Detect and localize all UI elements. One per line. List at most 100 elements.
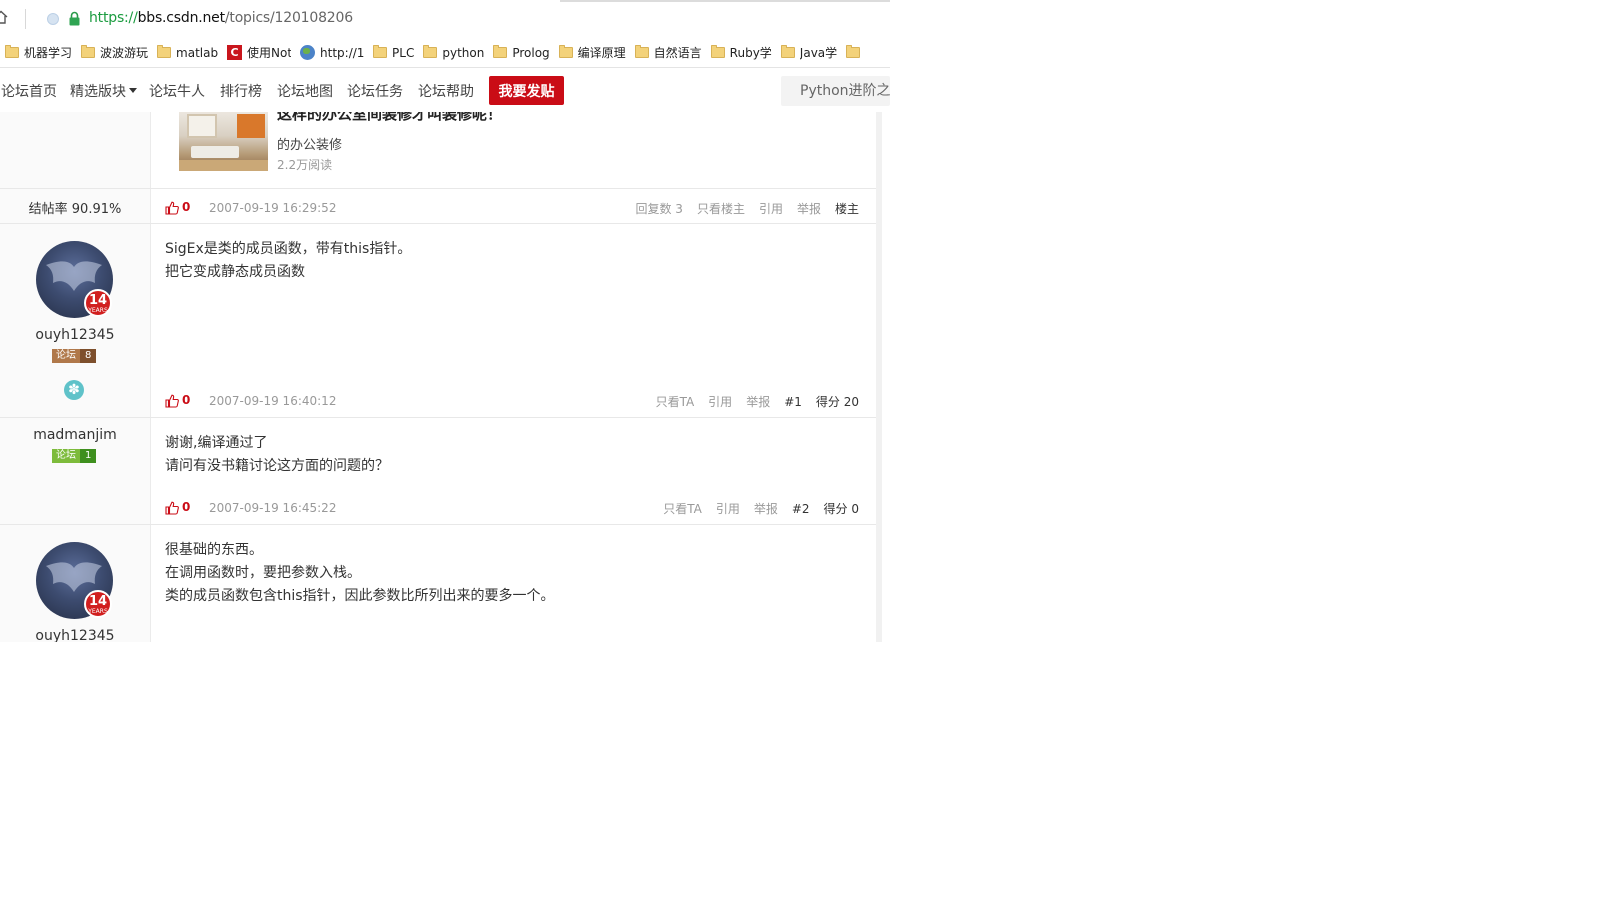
thumbs-up-icon[interactable] [165, 501, 179, 515]
only-op-link[interactable]: 只看楼主 [697, 200, 745, 217]
bookmark-label: matlab [176, 45, 219, 60]
url-host: bbs.csdn.net [137, 10, 225, 26]
new-post-button[interactable]: 我要发贴 [489, 76, 564, 105]
post-time: 2007-09-19 16:29:52 [209, 201, 337, 215]
only-ta-link[interactable]: 只看TA [656, 393, 695, 410]
username[interactable]: ouyh12345 [0, 327, 150, 343]
thread-content: 这样的办公室间装修才叫装修呢！ 的办公装修 2.2万阅读 结帖率 90.91% … [0, 112, 890, 642]
medal-icon[interactable] [64, 380, 84, 400]
post-footer: 0 2007-09-19 16:40:12 只看TA 引用 举报 #1 得分 2… [165, 393, 859, 411]
post-line: 很基础的东西。 [165, 542, 263, 558]
report-link[interactable]: 举报 [754, 500, 778, 517]
url-text[interactable]: https://bbs.csdn.net/topics/120108206 [89, 10, 353, 26]
only-ta-link[interactable]: 只看TA [663, 500, 702, 517]
quote-link[interactable]: 引用 [708, 393, 732, 410]
score: 得分 20 [815, 395, 859, 409]
bookmark-label: 波波游玩 [100, 46, 149, 60]
like-count: 0 [182, 393, 191, 407]
bookmark-9[interactable]: 自然语言 [634, 44, 702, 61]
bookmark-label: 使用Not [247, 46, 292, 60]
bookmark-label: 机器学习 [24, 46, 73, 60]
post-time: 2007-09-19 16:40:12 [209, 394, 337, 408]
post-body: 很基础的东西。 在调用函数时，要把参数入栈。 类的成员函数包含this指针，因此… [165, 539, 555, 608]
like-count: 0 [182, 200, 191, 214]
level-number: 8 [80, 349, 97, 363]
quote-link[interactable]: 引用 [716, 500, 740, 517]
bookmark-0[interactable]: 机器学习 [5, 44, 72, 61]
bookmark-10[interactable]: Ruby学 [710, 44, 772, 61]
reply-count-value: 3 [675, 202, 683, 216]
ad-image[interactable] [179, 112, 268, 171]
years-badge: 14 YEARS [84, 590, 112, 618]
address-bar[interactable]: https://bbs.csdn.net/topics/120108206 [0, 0, 890, 38]
site-info-icon[interactable] [47, 13, 59, 25]
bookmark-11[interactable]: Java学 [780, 44, 837, 61]
avatar[interactable]: 14 YEARS [36, 542, 113, 619]
level-label: 论坛 [52, 349, 80, 363]
bookmark-5[interactable]: PLC [373, 45, 414, 60]
post-time: 2007-09-19 16:45:22 [209, 501, 337, 515]
lock-icon[interactable] [68, 11, 81, 26]
forum-nav: 论坛首页 精选版块 论坛牛人 排行榜 论坛地图 论坛任务 论坛帮助 我要发贴 P… [0, 68, 890, 113]
folder-icon [634, 45, 649, 58]
score: 得分 0 [823, 502, 859, 516]
nav-featured-boards[interactable]: 精选版块 [70, 81, 137, 101]
bookmark-4[interactable]: http://1 [300, 45, 364, 60]
username[interactable]: madmanjim [0, 427, 150, 443]
post-actions: 只看TA 引用 举报 #1 得分 20 [656, 393, 859, 410]
nav-forum-tasks[interactable]: 论坛任务 [347, 81, 403, 101]
bookmark-1[interactable]: 波波游玩 [81, 44, 148, 61]
nav-forum-help[interactable]: 论坛帮助 [418, 81, 474, 101]
bookmark-6[interactable]: python [423, 45, 484, 60]
floor-number: #1 [784, 394, 802, 409]
years-label: YEARS [88, 307, 108, 314]
bookmark-more[interactable] [846, 45, 865, 58]
post-line: 在调用函数时，要把参数入栈。 [165, 565, 361, 581]
level-label: 论坛 [52, 449, 80, 463]
thumbs-up-icon[interactable] [165, 201, 179, 215]
thumbs-up-icon[interactable] [165, 394, 179, 408]
bookmark-label: Ruby学 [729, 46, 772, 60]
bookmark-8[interactable]: 编译原理 [558, 44, 626, 61]
nav-forum-home[interactable]: 论坛首页 [1, 81, 57, 101]
post-body: SigEx是类的成员函数，带有this指针。 把它变成静态成员函数 [165, 238, 411, 284]
csdn-icon: C [227, 45, 243, 60]
bookmark-3[interactable]: C 使用Not [227, 44, 291, 61]
bookmark-2[interactable]: matlab [157, 45, 219, 60]
quote-link[interactable]: 引用 [759, 200, 783, 217]
nav-label: 精选版块 [70, 84, 126, 100]
post-actions: 回复数 3 只看楼主 引用 举报 楼主 [635, 200, 859, 217]
report-link[interactable]: 举报 [797, 200, 821, 217]
avatar[interactable]: 14 YEARS [36, 241, 113, 318]
report-link[interactable]: 举报 [746, 393, 770, 410]
address-divider [25, 9, 26, 29]
nav-forum-experts[interactable]: 论坛牛人 [149, 81, 205, 101]
level-badge: 论坛 8 [52, 349, 97, 363]
post-line: 类的成员函数包含this指针，因此参数比所列出来的要多一个。 [165, 588, 555, 604]
bat-image [46, 562, 102, 592]
tab-strip-edge [560, 0, 890, 2]
divider [0, 223, 876, 224]
url-scheme: https:// [89, 10, 138, 26]
username[interactable]: ouyh12345 [0, 628, 150, 642]
bookmark-7[interactable]: Prolog [493, 45, 550, 60]
bookmark-label: http://1 [320, 45, 365, 60]
globe-icon [300, 45, 316, 60]
op-footer: 0 2007-09-19 16:29:52 回复数 3 只看楼主 引用 举报 楼… [165, 200, 859, 218]
reply-count: 回复数 3 [635, 200, 682, 217]
search-input[interactable]: Python进阶之 [781, 76, 890, 106]
like-count: 0 [182, 500, 191, 514]
ad-read-count: 2.2万阅读 [277, 158, 333, 172]
folder-icon [81, 45, 96, 58]
folder-icon [780, 45, 795, 58]
ad-title[interactable]: 这样的办公室间装修才叫装修呢！ [277, 112, 502, 124]
post-line: 请问有没书籍讨论这方面的问题的？ [165, 458, 389, 474]
post-line: SigEx是类的成员函数，带有this指针。 [165, 241, 412, 257]
divider [0, 417, 876, 418]
post-actions: 只看TA 引用 举报 #2 得分 0 [663, 500, 859, 517]
nav-leaderboard[interactable]: 排行榜 [220, 81, 262, 101]
nav-forum-map[interactable]: 论坛地图 [277, 81, 333, 101]
bookmark-label: Prolog [512, 45, 550, 60]
home-icon[interactable] [0, 10, 8, 24]
post-footer: 0 2007-09-19 16:45:22 只看TA 引用 举报 #2 得分 0 [165, 500, 859, 518]
